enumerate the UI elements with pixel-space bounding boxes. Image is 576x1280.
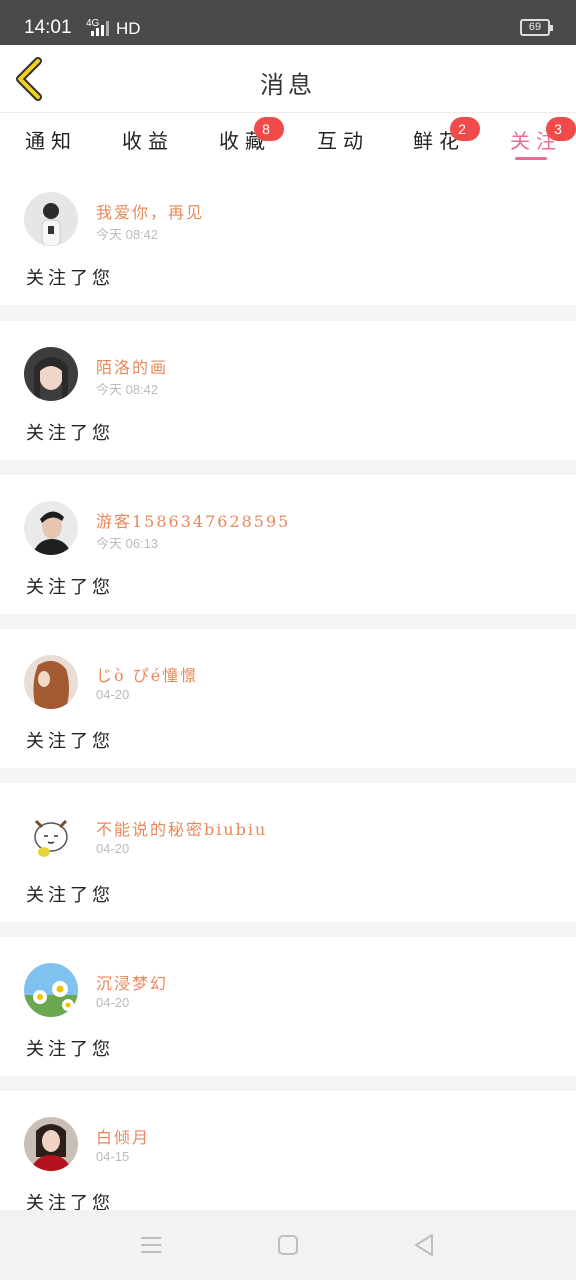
message-text: 关注了您	[26, 577, 114, 598]
user-name[interactable]: 陌洛的画	[96, 354, 168, 378]
message-text: 关注了您	[26, 423, 114, 444]
message-text: 关注了您	[26, 731, 114, 752]
tab-favorites[interactable]: 收藏 8	[219, 117, 284, 154]
user-name[interactable]: 白倾月	[96, 1124, 150, 1148]
message-text: 关注了您	[26, 1193, 114, 1210]
user-name[interactable]: じò ぴé憧憬	[96, 662, 198, 686]
list-item[interactable]: 陌洛的画 今天 08:42 关注了您	[0, 321, 576, 460]
list-item[interactable]: 游客1586347628595 今天 06:13 关注了您	[0, 475, 576, 614]
timestamp: 04-15	[96, 1149, 130, 1164]
system-nav-bar	[0, 1210, 576, 1280]
avatar[interactable]	[24, 192, 78, 246]
tab-income[interactable]: 收益	[122, 125, 174, 154]
badge-favorites: 8	[254, 117, 284, 141]
tab-label: 通知	[25, 129, 77, 153]
list-item[interactable]: 不能说的秘密biubiu 04-20 关注了您	[0, 783, 576, 922]
timestamp: 今天 06:13	[96, 536, 159, 551]
message-text: 关注了您	[26, 268, 114, 289]
message-text: 关注了您	[26, 1039, 114, 1060]
back-triangle-icon[interactable]	[411, 1232, 437, 1258]
avatar[interactable]	[24, 809, 78, 863]
tab-bar: 通知 收益 收藏 8 互动 鲜花 2 关注 3	[0, 113, 576, 166]
tab-label: 互动	[317, 129, 369, 153]
user-name[interactable]: 沉浸梦幻	[96, 970, 168, 994]
user-name[interactable]: 我爱你，再见	[96, 199, 204, 223]
status-time: 14:01	[24, 17, 72, 38]
avatar[interactable]	[24, 655, 78, 709]
tab-notice[interactable]: 通知	[25, 125, 77, 154]
avatar[interactable]	[24, 1117, 78, 1171]
home-square-icon[interactable]	[275, 1232, 301, 1258]
timestamp: 04-20	[96, 841, 130, 856]
badge-flowers: 2	[450, 117, 480, 141]
message-text: 关注了您	[26, 885, 114, 906]
badge-follow: 3	[546, 117, 576, 141]
menu-icon[interactable]	[138, 1232, 164, 1258]
avatar[interactable]	[24, 501, 78, 555]
avatar[interactable]	[24, 963, 78, 1017]
list-item[interactable]: 沉浸梦幻 04-20 关注了您	[0, 937, 576, 1076]
avatar[interactable]	[24, 347, 78, 401]
page-title: 消息	[260, 71, 316, 99]
active-tab-indicator	[515, 157, 547, 160]
tab-flowers[interactable]: 鲜花 2	[413, 117, 480, 154]
tab-label: 收益	[122, 129, 174, 153]
battery-icon: 69	[520, 19, 553, 36]
header: 消息	[0, 45, 576, 113]
list-item[interactable]: 我爱你，再见 今天 08:42 关注了您	[0, 166, 576, 305]
hd-indicator: HD	[116, 19, 141, 38]
user-name[interactable]: 游客1586347628595	[96, 508, 290, 532]
notification-list[interactable]: 我爱你，再见 今天 08:42 关注了您 陌洛的画 今天 08:42 关注了您 …	[0, 166, 576, 1210]
list-item[interactable]: 白倾月 04-15 关注了您	[0, 1091, 576, 1210]
tab-follow[interactable]: 关注 3	[510, 117, 576, 154]
timestamp: 今天 08:42	[96, 227, 159, 242]
tab-interaction[interactable]: 互动	[317, 125, 369, 154]
user-name[interactable]: 不能说的秘密biubiu	[96, 816, 267, 840]
signal-icon	[91, 21, 109, 36]
list-item[interactable]: じò ぴé憧憬 04-20 关注了您	[0, 629, 576, 768]
timestamp: 04-20	[96, 995, 130, 1010]
timestamp: 今天 08:42	[96, 382, 159, 397]
timestamp: 04-20	[96, 687, 130, 702]
status-bar: 14:01 4G HD 69	[0, 0, 576, 45]
